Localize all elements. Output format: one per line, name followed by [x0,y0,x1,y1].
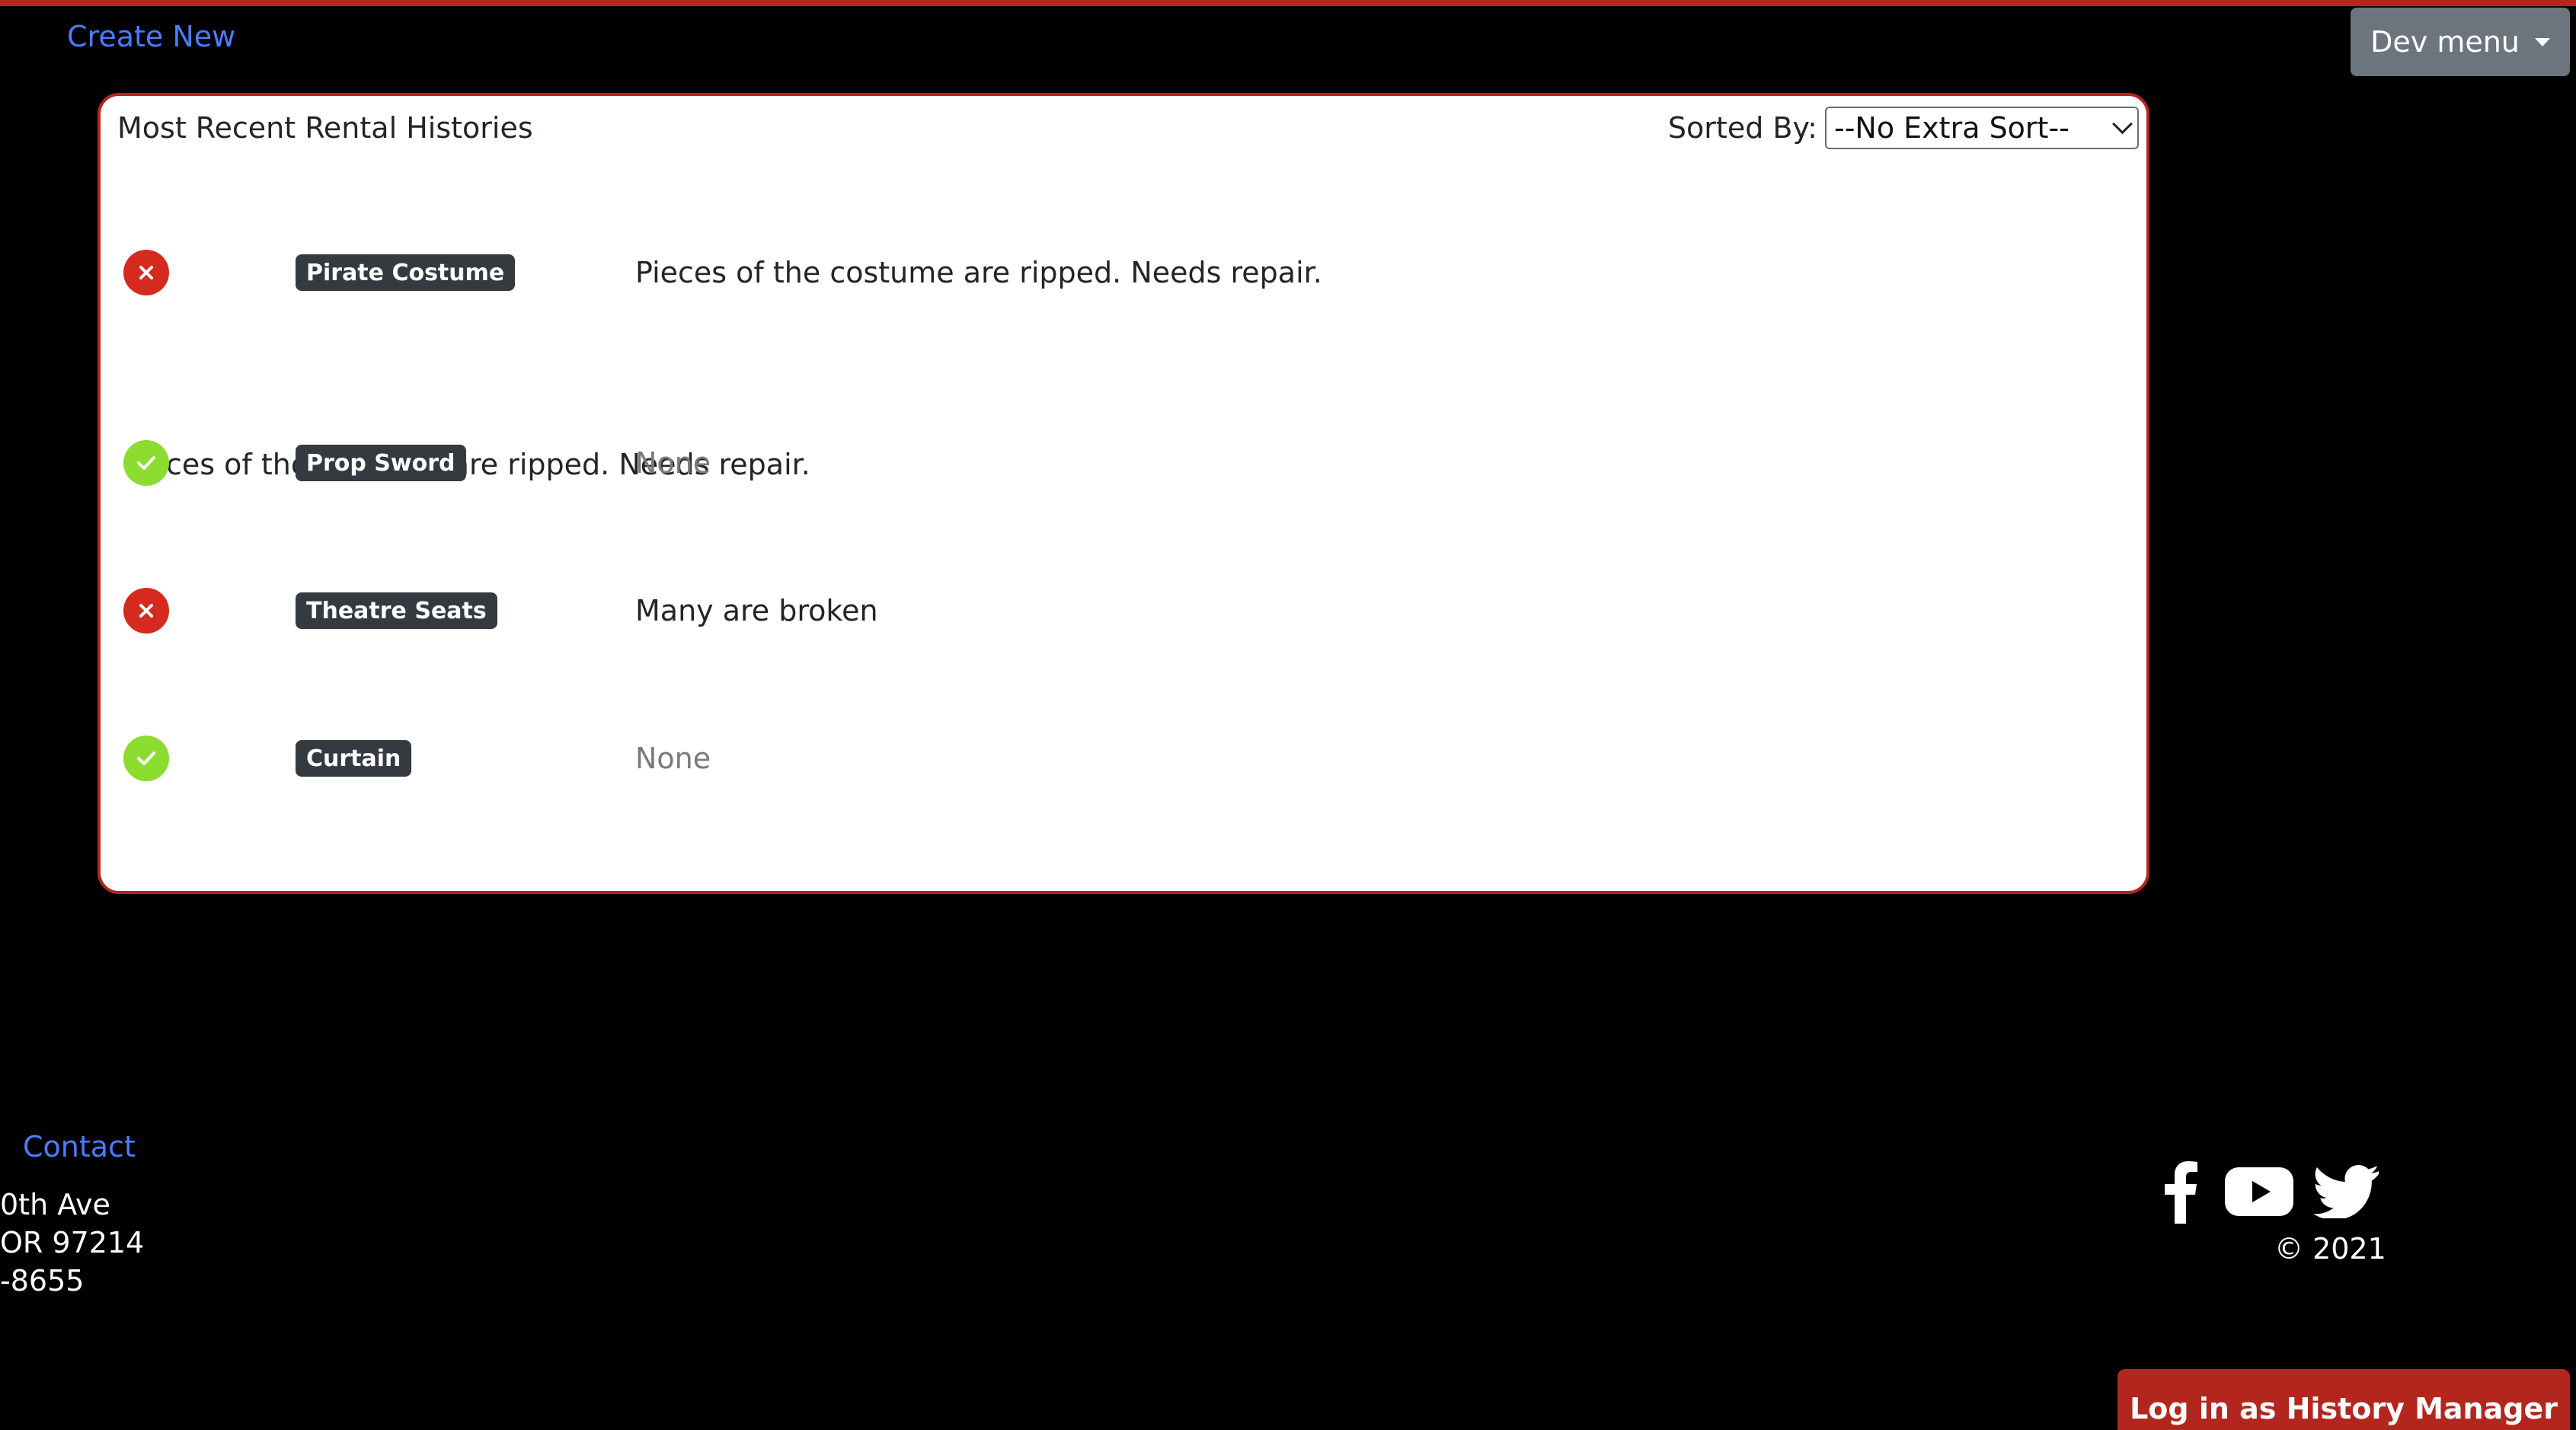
sort-select[interactable]: --No Extra Sort-- [1825,107,2139,149]
rental-note: Pieces of the costume are ripped. Needs … [635,256,1322,289]
phone-line: -8655 [0,1264,85,1298]
rental-history-row[interactable]: Theatre Seats Many are broken [101,588,2146,641]
dev-menu-button[interactable]: Dev menu [2351,8,2570,76]
damaged-status-icon [123,250,169,295]
twitter-icon[interactable] [2312,1157,2379,1226]
copyright-text: © 2021 [2274,1232,2386,1266]
address-line: OR 97214 [0,1226,145,1259]
contact-link[interactable]: Contact [23,1130,136,1163]
top-accent-bar [0,0,2576,6]
item-badge: Prop Sword [296,445,466,481]
damaged-status-icon [123,588,169,634]
dev-menu-label: Dev menu [2370,25,2520,59]
sort-label: Sorted By: [1667,111,1817,145]
rental-history-row[interactable]: Pirate Costume Pieces of the costume are… [101,247,2146,300]
rental-note: None [635,446,711,480]
address-line: 0th Ave [0,1188,110,1221]
ok-status-icon [123,736,169,781]
panel-title: Most Recent Rental Histories [117,111,533,145]
rental-history-row[interactable]: Curtain None [101,736,2146,789]
rental-histories-panel: Most Recent Rental Histories Sorted By: … [97,93,2149,894]
item-badge: Theatre Seats [296,592,497,629]
rental-note: Many are broken [635,594,878,627]
facebook-icon[interactable] [2157,1157,2203,1226]
caret-down-icon [2534,37,2550,46]
login-history-manager-button[interactable]: Log in as History Manager [2117,1369,2570,1430]
create-new-link[interactable]: Create New [67,20,235,53]
item-badge: Curtain [296,740,412,777]
ok-status-icon [123,440,169,486]
chevron-down-icon [2112,113,2133,134]
youtube-icon[interactable] [2224,1157,2294,1226]
sort-control: Sorted By: --No Extra Sort-- [1668,107,2139,149]
rental-history-row-prop-sword[interactable]: Prop Sword None [101,440,2146,493]
sort-select-value: --No Extra Sort-- [1834,111,2069,145]
item-badge: Pirate Costume [296,254,516,291]
rental-note: None [635,742,711,775]
